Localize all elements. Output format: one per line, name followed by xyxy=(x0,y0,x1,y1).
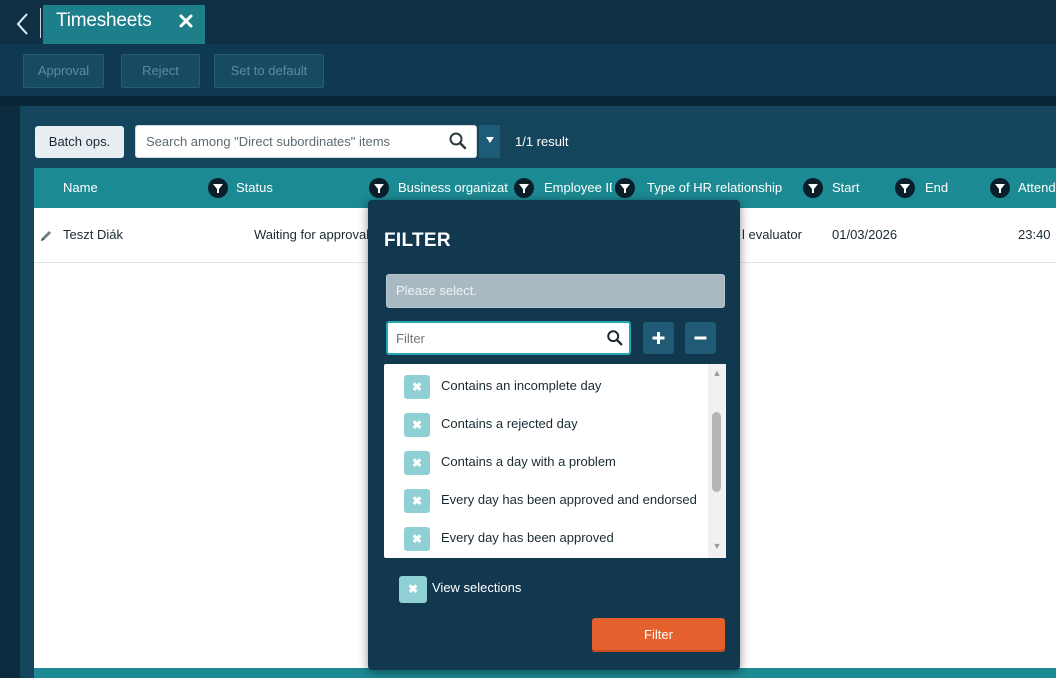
search-dropdown-button[interactable] xyxy=(479,125,500,158)
filter-search-input[interactable] xyxy=(386,321,631,355)
checkbox-x-icon[interactable]: ✖ xyxy=(404,489,430,513)
list-item[interactable]: ✖ Contains an incomplete day xyxy=(384,367,708,405)
cell-attendance: 23:40 xyxy=(1018,227,1051,242)
view-selections-checkbox[interactable]: ✖ xyxy=(399,576,427,603)
column-header-name[interactable]: Name xyxy=(63,168,203,208)
checkbox-x-icon[interactable]: ✖ xyxy=(404,527,430,551)
column-header-end[interactable]: End xyxy=(925,168,985,208)
close-icon xyxy=(179,14,193,28)
column-header-attendance[interactable]: Attendance xyxy=(1018,168,1056,208)
tab-close-button[interactable] xyxy=(176,8,196,34)
column-filter-icon[interactable] xyxy=(895,178,915,198)
batch-ops-button[interactable]: Batch ops. xyxy=(35,126,124,158)
list-item[interactable]: ✖ Contains a rejected day xyxy=(384,405,708,443)
column-filter-icon[interactable] xyxy=(369,178,389,198)
filter-select-placeholder: Please select. xyxy=(396,283,477,298)
view-selections-label: View selections xyxy=(432,580,522,595)
column-header-start[interactable]: Start xyxy=(832,168,892,208)
search-icon[interactable] xyxy=(606,329,624,347)
scroll-up-icon[interactable]: ▲ xyxy=(711,368,723,378)
list-item-label: Contains an incomplete day xyxy=(441,378,602,393)
chevron-left-icon xyxy=(16,13,28,35)
scroll-down-icon[interactable]: ▼ xyxy=(711,541,723,551)
list-item-label: Contains a day with a problem xyxy=(441,454,616,469)
list-item-label: Every day has been approved and endorsed xyxy=(441,492,697,507)
checkbox-x-icon[interactable]: ✖ xyxy=(404,375,430,399)
set-to-default-button[interactable]: Set to default xyxy=(214,54,324,88)
remove-filter-button[interactable] xyxy=(685,322,716,354)
column-filter-icon[interactable] xyxy=(615,178,635,198)
cell-start: 01/03/2026 xyxy=(832,227,898,242)
cell-name: Teszt Diák xyxy=(63,227,123,242)
search-placeholder: Search among "Direct subordinates" items xyxy=(146,134,391,149)
checkbox-x-icon[interactable]: ✖ xyxy=(404,451,430,475)
list-item-label: Contains a rejected day xyxy=(441,416,578,431)
cell-status: Waiting for approval xyxy=(254,227,368,242)
toolbar-divider xyxy=(0,96,1056,106)
column-filter-icon[interactable] xyxy=(208,178,228,198)
caret-down-icon xyxy=(485,137,494,143)
pencil-icon[interactable] xyxy=(38,228,54,244)
column-filter-icon[interactable] xyxy=(803,178,823,198)
checkbox-x-icon[interactable]: ✖ xyxy=(404,413,430,437)
add-filter-button[interactable] xyxy=(643,322,674,354)
plus-icon xyxy=(652,332,665,344)
tab-separator xyxy=(40,8,41,38)
reject-button[interactable]: Reject xyxy=(121,54,200,88)
tab-title: Timesheets xyxy=(56,10,152,31)
list-item[interactable]: ✖ Contains a day with a problem xyxy=(384,443,708,481)
minus-icon xyxy=(694,336,707,340)
approval-button[interactable]: Approval xyxy=(23,54,104,88)
column-header-status[interactable]: Status xyxy=(236,168,366,208)
search-icon[interactable] xyxy=(448,131,468,151)
popup-title: FILTER xyxy=(384,230,451,251)
scrollbar-thumb[interactable] xyxy=(712,412,721,492)
column-filter-icon[interactable] xyxy=(990,178,1010,198)
result-count: 1/1 result xyxy=(515,134,569,149)
filter-apply-button[interactable]: Filter xyxy=(592,618,725,652)
list-item[interactable]: ✖ Every day has been approved xyxy=(384,519,708,557)
list-item[interactable]: ✖ Every day has been approved and endors… xyxy=(384,481,708,519)
cell-end xyxy=(925,208,985,262)
list-item-label: Every day has been approved xyxy=(441,530,614,545)
cell-hr-type: l evaluator xyxy=(742,227,802,242)
left-edge xyxy=(0,106,20,678)
back-button[interactable] xyxy=(8,6,38,42)
column-filter-icon[interactable] xyxy=(514,178,534,198)
